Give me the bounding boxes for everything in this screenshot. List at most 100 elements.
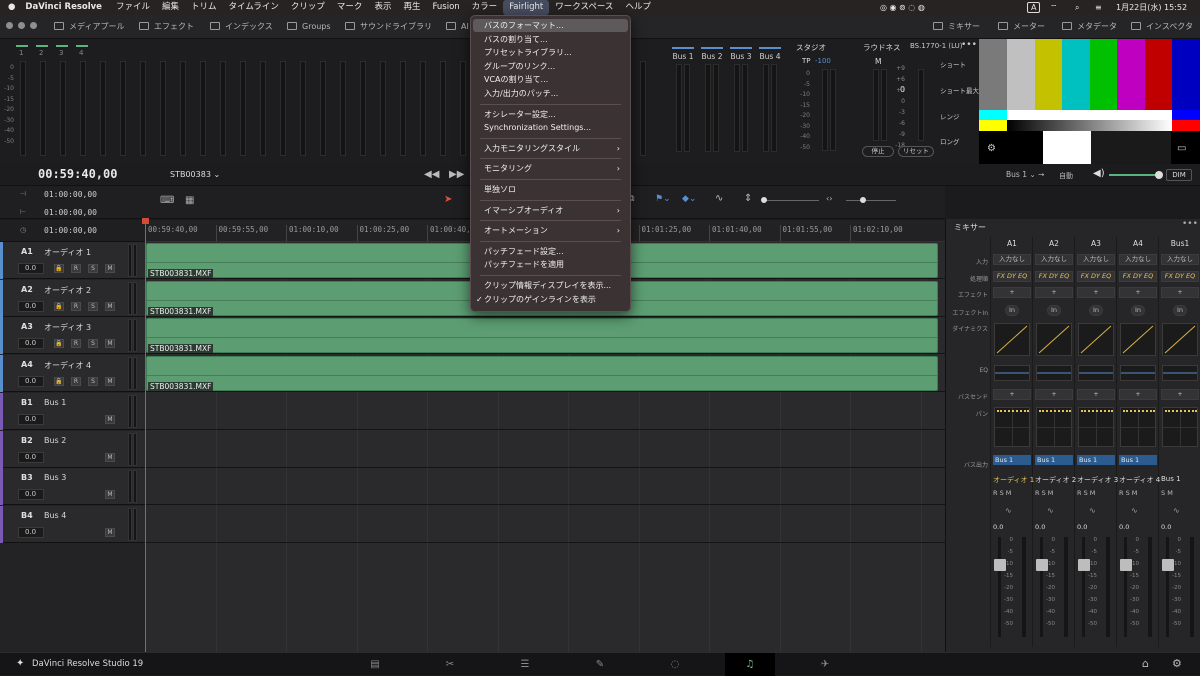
menu-item[interactable]: グループのリンク... — [473, 60, 628, 73]
track-lane[interactable] — [145, 431, 945, 468]
zoom-slider-2[interactable] — [846, 200, 896, 201]
track-header[interactable]: A2 オーディオ 2 0.0 🔒 R S M — [0, 279, 145, 317]
effects-add-button[interactable]: + — [1119, 287, 1157, 298]
fx-order[interactable]: FX DY EQ — [1077, 271, 1115, 282]
track-name[interactable]: オーディオ 3 — [44, 322, 91, 333]
menu-item[interactable]: クリップ情報ディスプレイを表示... — [473, 279, 628, 292]
more-options-icon[interactable]: ••• — [961, 40, 977, 50]
track-header[interactable]: B1 Bus 1 0.0 M — [0, 392, 145, 430]
speaker-icon[interactable]: ◀) — [1093, 168, 1105, 179]
effects-in-button[interactable]: In — [1089, 305, 1103, 316]
eq-graph[interactable] — [1162, 365, 1198, 381]
bus-output[interactable]: Bus 1 — [1077, 455, 1115, 465]
window-zoom-icon[interactable] — [30, 22, 37, 29]
pointer-tool-icon[interactable]: ➤ — [444, 194, 452, 205]
viewer-window-icon[interactable]: ▭ — [1177, 143, 1186, 154]
video-viewer[interactable]: ⚙ ▭ — [979, 39, 1200, 164]
bus-send-button[interactable]: + — [1161, 389, 1199, 400]
menu-item[interactable]: ファイル — [110, 0, 156, 15]
dynamics-graph[interactable] — [1162, 323, 1198, 356]
fader-track[interactable] — [1040, 537, 1043, 637]
track-lane[interactable] — [145, 393, 945, 430]
input-select[interactable]: 入力なし — [1035, 254, 1073, 265]
channel-buttons[interactable]: R S M — [1077, 489, 1095, 497]
input-select[interactable]: 入力なし — [1161, 254, 1199, 265]
timeline-name[interactable]: STB00383 ⌄ — [170, 170, 220, 179]
menu-item[interactable]: 表示 — [368, 0, 397, 15]
search-icon[interactable]: ⌕ — [1075, 0, 1079, 15]
fx-order[interactable]: FX DY EQ — [1161, 271, 1199, 282]
fader-handle[interactable] — [1036, 559, 1048, 571]
effects-add-button[interactable]: + — [1161, 287, 1199, 298]
track-volume[interactable]: 0.0 — [18, 489, 44, 501]
track-lane[interactable] — [145, 506, 945, 543]
solo-button[interactable]: S — [88, 339, 98, 349]
mute-button[interactable]: M — [105, 527, 115, 537]
menu-item[interactable]: イマーシブオーディオ › — [473, 204, 628, 217]
pan-control[interactable] — [1162, 407, 1199, 448]
monitor-volume-slider[interactable] — [1109, 174, 1159, 176]
track-volume[interactable]: 0.0 — [18, 376, 44, 388]
menu-item[interactable]: パッチフェード設定... — [473, 245, 628, 258]
bus-send-button[interactable]: + — [1077, 389, 1115, 400]
bus-send-button[interactable]: + — [1119, 389, 1157, 400]
track-volume[interactable]: 0.0 — [18, 300, 44, 312]
menu-item[interactable]: 入力/出力のパッチ... — [473, 87, 628, 100]
input-select[interactable]: 入力なし — [993, 254, 1031, 265]
solo-button[interactable]: S — [88, 377, 98, 387]
solo-button[interactable]: S — [88, 301, 98, 311]
zoom-slider-1[interactable] — [763, 200, 819, 201]
fader-handle[interactable] — [1078, 559, 1090, 571]
track-volume[interactable]: 0.0 — [18, 451, 44, 463]
track-volume[interactable]: 0.0 — [18, 263, 44, 274]
menu-item[interactable]: トリム — [185, 0, 223, 15]
page-tab-fairlight[interactable]: ♫ — [725, 653, 775, 676]
waveform-icon[interactable]: ∿ — [715, 193, 723, 204]
effects-in-button[interactable]: In — [1173, 305, 1187, 316]
input-indicator[interactable]: A — [1027, 2, 1041, 13]
inspector-toggle-button[interactable]: インスペクタ — [1131, 15, 1193, 39]
track-header[interactable]: A3 オーディオ 3 0.0 🔒 R S M — [0, 317, 145, 355]
track-lane[interactable] — [145, 468, 945, 506]
solo-button[interactable]: S — [88, 264, 98, 273]
automation-icon[interactable]: ∿ — [1047, 506, 1054, 515]
menu-item[interactable]: クリップ — [285, 0, 331, 15]
menu-item[interactable]: オートメーション › — [473, 224, 628, 237]
wifi-icon[interactable]: ⌔ — [1050, 0, 1058, 15]
fx-order[interactable]: FX DY EQ — [1035, 271, 1073, 282]
effects-add-button[interactable]: + — [1077, 287, 1115, 298]
track-header[interactable]: A1 オーディオ 1 0.0 🔒 R S M — [0, 242, 145, 279]
index-button[interactable]: インデックス — [210, 15, 273, 39]
effects-in-button[interactable]: In — [1005, 305, 1019, 316]
keyboard-icon[interactable]: ⌨ — [160, 195, 174, 206]
bus-output[interactable]: Bus 1 — [1119, 455, 1157, 465]
playhead[interactable] — [145, 220, 146, 652]
bus-output[interactable]: Bus 1 — [1035, 455, 1073, 465]
menu-item[interactable]: マーク — [331, 0, 369, 15]
fader-track[interactable] — [1124, 537, 1127, 637]
automation-icon[interactable]: ∿ — [1089, 506, 1096, 515]
effects-in-button[interactable]: In — [1047, 305, 1061, 316]
automation-icon[interactable]: ∿ — [1131, 506, 1138, 515]
rewind-icon[interactable]: ◀◀ — [424, 169, 439, 180]
stop-button[interactable]: 停止 — [862, 146, 894, 157]
app-menu[interactable]: DaVinci Resolve — [21, 0, 110, 15]
flag-icon[interactable]: ⚑⌄ — [655, 194, 671, 204]
input-select[interactable]: 入力なし — [1119, 254, 1157, 265]
page-tab-deliver[interactable]: ✈ — [800, 653, 850, 676]
mute-button[interactable]: M — [105, 264, 115, 273]
automation-icon[interactable]: ∿ — [1173, 506, 1180, 515]
menu-item[interactable]: プリセットライブラリ... — [473, 46, 628, 59]
status-icons[interactable]: ◎ ◉ ⊚ ◌ ◍ — [880, 0, 925, 15]
channel-buttons[interactable]: R S M — [1035, 489, 1053, 497]
bus-select[interactable]: Bus 1 ⌄ → — [1006, 170, 1044, 179]
dynamics-graph[interactable] — [1120, 323, 1156, 356]
apple-icon[interactable]: ● — [0, 0, 21, 15]
mixer-toggle-button[interactable]: ミキサー — [933, 15, 980, 39]
menu-item[interactable]: バスの割り当て... — [473, 33, 628, 46]
bus-send-button[interactable]: + — [1035, 389, 1073, 400]
mute-button[interactable]: M — [105, 490, 115, 500]
groups-button[interactable]: Groups — [287, 15, 331, 39]
page-tab-fusion[interactable]: ✎ — [575, 653, 625, 676]
track-name[interactable]: オーディオ 4 — [44, 360, 91, 371]
